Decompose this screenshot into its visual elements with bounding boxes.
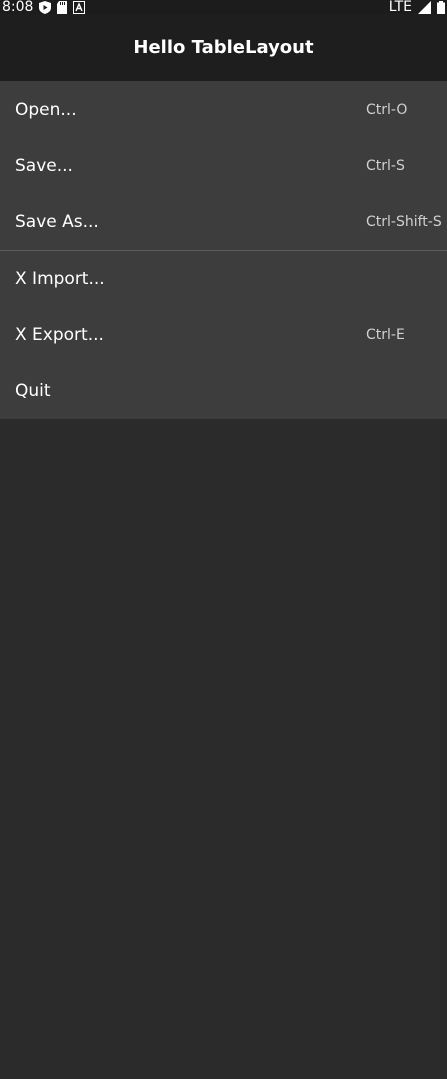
status-right: LTE [389,0,445,14]
signal-icon [418,0,431,14]
menu-item-label: Open... [15,100,77,120]
menu-item-export[interactable]: X Export... Ctrl-E [0,307,447,363]
menu-item-shortcut: Ctrl-S [366,158,405,174]
status-bar: 8:08 LTE [0,0,447,14]
menu-item-label: X Import... [15,269,105,289]
status-time: 8:08 [2,0,34,15]
menu-item-save[interactable]: Save... Ctrl-S [0,138,447,194]
status-left: 8:08 [2,0,86,15]
menu-item-import[interactable]: X Import... [0,251,447,307]
options-menu: Open... Ctrl-O Save... Ctrl-S Save As...… [0,81,447,419]
menu-item-save-as[interactable]: Save As... Ctrl-Shift-S [0,194,447,250]
font-a-icon [73,0,86,14]
menu-item-open[interactable]: Open... Ctrl-O [0,82,447,138]
play-shield-icon [39,0,52,14]
menu-item-shortcut: Ctrl-O [366,102,408,118]
menu-item-label: Quit [15,381,51,401]
menu-item-shortcut: Ctrl-Shift-S [366,214,442,230]
sd-card-icon [57,0,68,14]
menu-item-quit[interactable]: Quit [0,363,447,419]
network-type: LTE [388,0,412,15]
menu-item-label: Save As... [15,212,99,232]
app-title: Hello TableLayout [133,37,314,58]
menu-item-label: Save... [15,156,73,176]
battery-icon [437,0,445,14]
menu-item-label: X Export... [15,325,104,345]
menu-item-shortcut: Ctrl-E [366,327,405,343]
app-bar: Hello TableLayout [0,14,447,81]
